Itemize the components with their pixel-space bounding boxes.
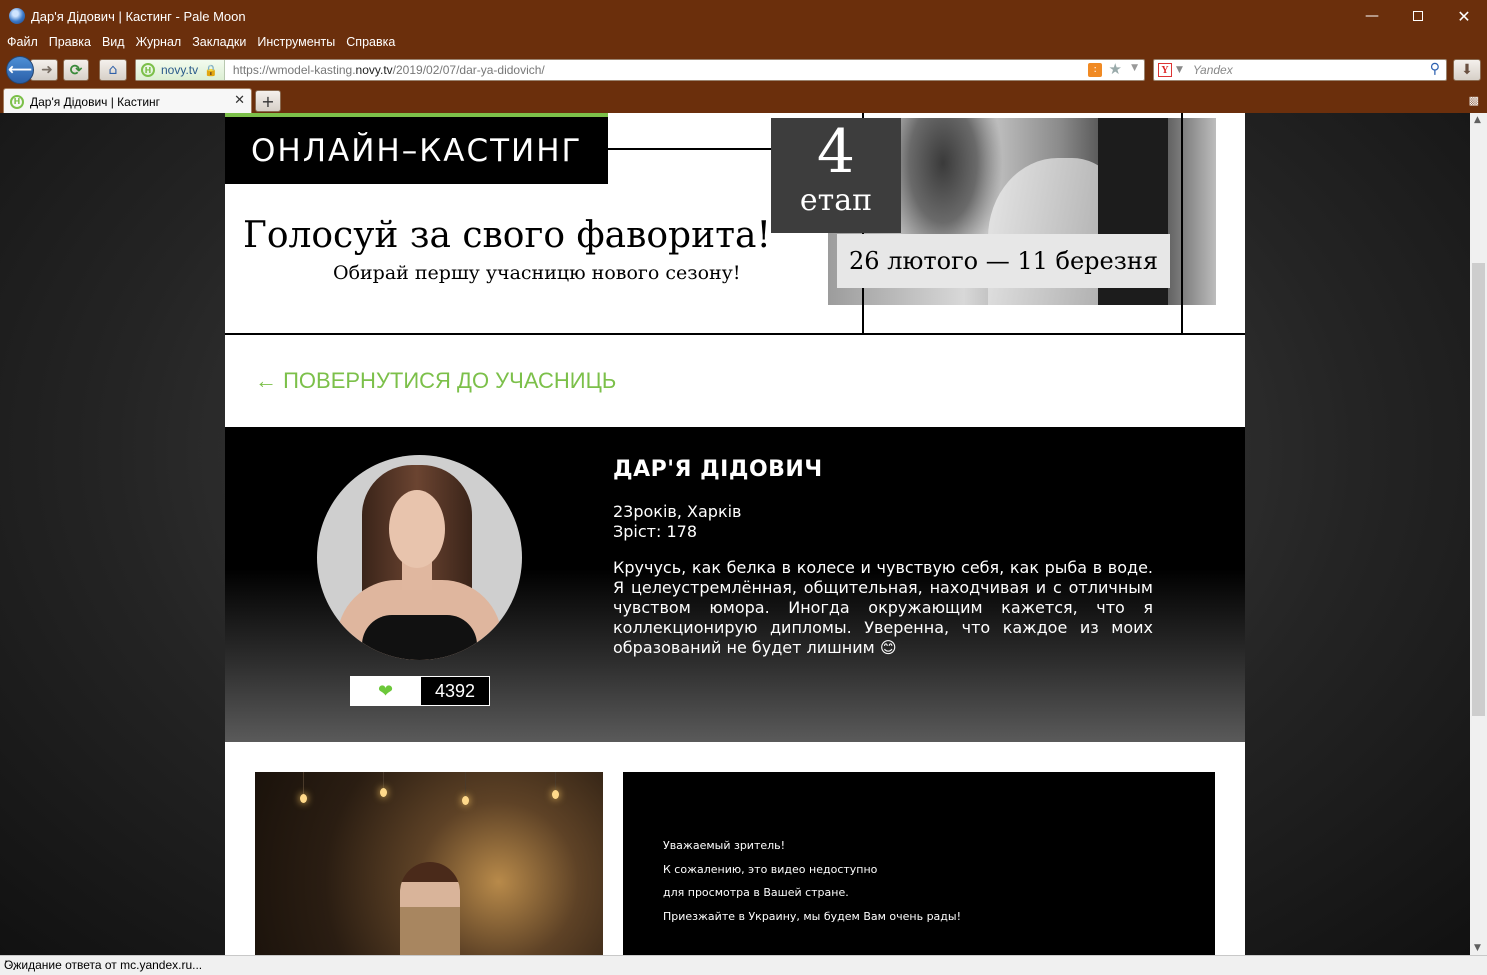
resize-grip-icon[interactable]: ⋱ [4,958,1484,973]
casting-label-box: ОНЛАЙН–КАСТИНГ [225,117,608,184]
vote-count: 4392 [420,677,489,705]
lamp-bulb [380,788,387,797]
participant-profile: ❤ 4392 ДАР'Я ДІДОВИЧ 23років, Харків Зрі… [225,427,1245,742]
minimize-button[interactable]: — [1349,0,1395,32]
search-placeholder: Yandex [1192,63,1233,77]
tab-favicon-icon: Н [10,94,24,109]
reload-button[interactable]: ⟳ [63,59,89,81]
avatar-top [362,615,477,660]
home-button[interactable]: ⌂ [99,59,127,81]
stage-number: 4 [816,117,856,187]
casting-label: ОНЛАЙН–КАСТИНГ [251,132,583,169]
scroll-down-icon[interactable]: ▼ [1474,943,1481,953]
stage-dates: 26 лютого — 11 березня [837,234,1170,288]
tab-title: Дар'я Дідович | Кастинг [30,94,161,109]
stage-badge: 4 етап [771,118,901,233]
page-content: ОНЛАЙН–КАСТИНГ 4 етап 26 лютого — 11 бер… [225,113,1245,955]
site-favicon-icon: Н [141,63,155,77]
pale-moon-icon [9,8,25,24]
window-title: Дар'я Дідович | Кастинг - Pale Moon [31,8,246,24]
lamp-wire [303,772,304,794]
participant-photo[interactable] [255,772,603,955]
lamp-bulb [300,794,307,803]
page-viewport: ОНЛАЙН–КАСТИНГ 4 етап 26 лютого — 11 бер… [0,113,1470,955]
participant-avatar [317,455,522,660]
banner-divider [608,148,771,150]
vertical-scrollbar[interactable]: ▲ ▼ [1470,113,1487,955]
rss-feed-icon[interactable]: ∶ [1088,63,1102,77]
menu-edit[interactable]: Правка [49,35,91,49]
participant-meta: 23років, Харків Зріст: 178 [613,502,741,542]
participant-name: ДАР'Я ДІДОВИЧ [613,457,823,482]
stage-word: етап [799,183,873,218]
tab-list-icon[interactable]: ▩ [1469,94,1479,107]
participant-height: Зріст: 178 [613,522,697,541]
engine-dropdown-icon[interactable]: ▼ [1176,65,1183,75]
reload-icon: ⟳ [69,61,83,79]
tab-close-icon[interactable]: ✕ [234,93,245,108]
menu-file[interactable]: Файл [7,35,38,49]
tab-bar: Н Дар'я Дідович | Кастинг ✕ + ▩ [0,86,1487,114]
video-msg-line-3: для просмотра в Вашей стране. [663,886,849,899]
url-text[interactable]: https://wmodel-kasting.novy.tv/2019/02/0… [233,63,545,77]
lamp-wire [465,772,466,796]
lamp-wire [383,772,384,788]
scrollbar-thumb[interactable] [1472,263,1485,716]
vote-widget: ❤ 4392 [350,676,490,706]
tab-current[interactable]: Н Дар'я Дідович | Кастинг ✕ [3,88,252,114]
vote-title: Голосуй за свого фаворита! [243,215,771,256]
vote-heart-button[interactable]: ❤ [351,677,420,705]
downloads-button[interactable]: ⬇ [1453,59,1481,81]
casting-banner: ОНЛАЙН–КАСТИНГ 4 етап 26 лютого — 11 бер… [225,113,1245,335]
address-bar[interactable]: Н novy.tv 🔒 https://wmodel-kasting.novy.… [135,59,1145,81]
lock-icon: 🔒 [204,63,218,77]
menu-tools[interactable]: Инструменты [257,35,335,49]
back-to-participants-link[interactable]: ← ПОВЕРНУТИСЯ ДО УЧАСНИЦЬ [255,368,616,394]
back-arrow-icon: ⟵ [7,60,33,80]
video-player[interactable]: Уважаемый зритель! К сожалению, это виде… [623,772,1215,955]
url-path: /2019/02/07/dar-ya-didovich/ [392,63,545,77]
close-window-button[interactable]: ✕ [1441,0,1487,32]
menu-bar: Файл Правка Вид Журнал Закладки Инструме… [0,32,1487,52]
banner-vertical-line-2 [1181,113,1183,335]
url-dropdown-icon[interactable]: ▼ [1131,63,1138,73]
lamp-bulb [552,790,559,799]
search-icon[interactable]: ⚲ [1430,61,1440,77]
stage-dates-text: 26 лютого — 11 березня [849,247,1158,275]
video-msg-line-2: К сожалению, это видео недоступно [663,862,878,876]
home-icon: ⌂ [108,62,118,78]
url-prefix: https://wmodel-kasting. [232,63,356,77]
navigation-toolbar: ➜ ⟵ ⟳ ⌂ Н novy.tv 🔒 https://wmodel-kasti… [0,52,1487,86]
lamp-bulb [462,796,469,805]
menu-bookmarks[interactable]: Закладки [192,35,246,49]
site-identity[interactable]: Н novy.tv 🔒 [136,60,225,80]
forward-arrow-icon: ➜ [41,62,53,78]
yandex-engine-icon[interactable]: Y [1158,63,1172,77]
heart-icon: ❤ [377,680,394,702]
participant-bio: Кручусь, как белка в колесе и чувствую с… [613,558,1153,657]
url-domain: novy.tv [355,63,393,77]
video-unavailable-message: Уважаемый зритель! К сожалению, это виде… [663,834,961,928]
menu-help[interactable]: Справка [346,35,395,49]
vote-subtitle: Обирай першу учасницю нового сезону! [333,262,741,284]
video-msg-line-4: Приезжайте в Украину, мы будем Вам очень… [663,909,961,923]
avatar-face [389,490,445,568]
menu-history[interactable]: Журнал [136,35,182,49]
bookmark-star-icon[interactable]: ★ [1109,60,1122,78]
scroll-up-icon[interactable]: ▲ [1474,115,1481,125]
status-bar: Ожидание ответа от mc.yandex.ru... ⋱ [0,955,1487,975]
new-tab-button[interactable]: + [255,90,281,112]
menu-view[interactable]: Вид [102,35,125,49]
maximize-button[interactable] [1395,0,1441,32]
search-bar[interactable]: Y ▼ Yandex ⚲ [1153,59,1447,81]
back-button[interactable]: ⟵ [6,56,34,84]
title-bar: Дар'я Дідович | Кастинг - Pale Moon — ✕ [0,0,1487,32]
download-arrow-icon: ⬇ [1461,62,1473,78]
lamp-wire [555,772,556,790]
site-identity-label: novy.tv [161,63,199,77]
video-msg-line-1: Уважаемый зритель! [663,839,786,852]
participant-age-city: 23років, Харків [613,502,742,521]
forward-button[interactable]: ➜ [30,59,58,81]
photo-person [400,862,460,955]
